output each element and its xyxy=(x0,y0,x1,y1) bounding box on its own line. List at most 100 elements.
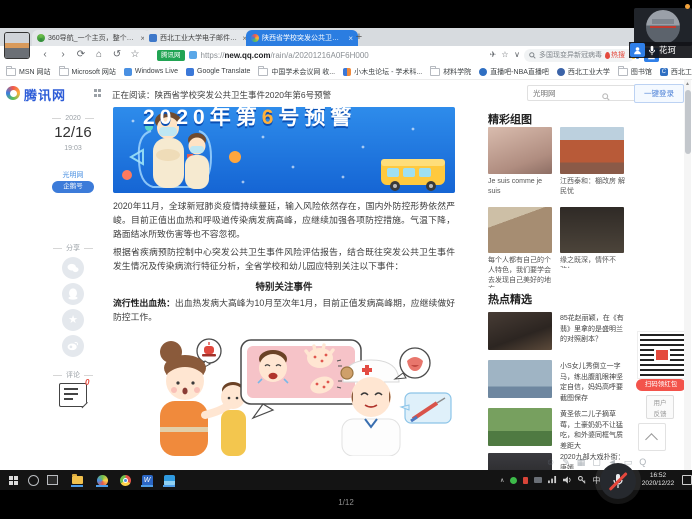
comment-icon[interactable] xyxy=(59,383,87,407)
gallery-image[interactable] xyxy=(488,127,552,174)
page-scrollbar[interactable]: ▲ xyxy=(684,80,691,470)
file-explorer-button[interactable] xyxy=(70,473,84,487)
drive-tray-icon[interactable] xyxy=(534,477,542,483)
tab-favicon-qq xyxy=(251,34,259,42)
gallery-caption[interactable]: 缘之既深，情怀不改！ xyxy=(560,256,626,268)
banner-title-prefix: 2020年第 xyxy=(143,107,262,129)
nav-grid-icon[interactable] xyxy=(94,89,102,97)
new-tab-button[interactable]: + xyxy=(352,30,366,44)
pen-icon[interactable]: ✎ xyxy=(562,457,570,468)
reading-title: 陕西省学校突发公共卫生事件2020年第6号预警 xyxy=(155,90,332,100)
gallery-caption[interactable]: 江西泰和：棚改房 解民忧 xyxy=(560,177,626,199)
bookmark-microsoft[interactable]: Microsoft 网站 xyxy=(59,67,116,77)
bookmark-google-translate[interactable]: Google Translate xyxy=(186,68,250,76)
share-qzone-button[interactable]: ★ xyxy=(62,309,84,331)
tencent-logo-icon[interactable] xyxy=(6,86,20,100)
bookmark-library[interactable]: 图书馆 xyxy=(618,67,652,77)
mail-c-icon: C xyxy=(660,68,668,76)
tab-favicon-mail xyxy=(149,34,157,42)
gallery-caption[interactable]: 每个人都有自己的个人特色，我们要学会去发现自己美好的地方 xyxy=(488,256,554,288)
folder-icon xyxy=(430,68,440,76)
bookmark-nwpu-mail[interactable]: C西北工业大学电子邮... xyxy=(660,67,692,77)
cortana-button[interactable] xyxy=(26,473,40,487)
bookmark-star-icon[interactable]: ☆ xyxy=(128,47,142,63)
tab-nwpu-mail[interactable]: 西北工业大学电子邮件系统 × xyxy=(144,30,252,46)
photos-icon xyxy=(164,475,175,486)
mic-muted-overlay[interactable] xyxy=(600,463,636,499)
hot-item-text[interactable]: 黄圣依二儿子摘草莓，土豪奶奶不让猛吃，和外婆同框气质差距大 xyxy=(560,410,628,450)
shape-icon[interactable]: ▢ xyxy=(592,457,601,468)
emoji-icon[interactable]: ☺ xyxy=(546,457,555,468)
back-icon[interactable]: ‹ xyxy=(38,47,52,63)
bookmark-msn[interactable]: MSN 网站 xyxy=(6,67,51,77)
article-meta-rail: 2020 12/16 19:03 光明网 企鹅号 分享 ★ 评论 0 xyxy=(35,107,111,470)
desktop-photo-icon[interactable] xyxy=(5,33,29,58)
browser-search-box[interactable]: 多国现变异新冠病毒 热搜 xyxy=(524,49,634,62)
gallery-image[interactable] xyxy=(560,127,624,174)
back-to-top-button[interactable] xyxy=(638,423,666,451)
chrome-button[interactable] xyxy=(118,473,132,487)
feedback-button[interactable]: 用户反馈 xyxy=(646,395,674,419)
tab-360-nav[interactable]: 360导航_一个主页，整个世界 × xyxy=(32,30,150,46)
magnifier-icon[interactable]: Q xyxy=(639,457,646,468)
share-qq-button[interactable] xyxy=(62,283,84,305)
bookmark-nwpu[interactable]: 西北工业大学 xyxy=(557,67,610,77)
hot-thumbnail[interactable] xyxy=(488,453,552,470)
word-app-button[interactable]: W xyxy=(140,473,154,487)
clock[interactable]: 16:522020/12/22 xyxy=(638,472,678,489)
address-bar[interactable]: 腾讯网 https://new.qq.com/rain/a/20201216A0… xyxy=(157,49,487,62)
site-search-input[interactable] xyxy=(527,85,636,101)
tab-active-article[interactable]: 陕西省学校突发公共卫生事件2... × xyxy=(246,30,358,46)
one-key-login-button[interactable]: 一键登录 xyxy=(634,84,684,103)
site-search-icon[interactable] xyxy=(602,88,610,106)
gallery-caption[interactable]: Je suis comme je suis xyxy=(488,177,554,197)
hot-search-tag[interactable]: 热搜 xyxy=(605,50,625,60)
bookmark-conference[interactable]: 中国学术会议网 收... xyxy=(258,67,335,77)
bookmark-muchong[interactable]: 小木虫论坛 - 学术科... xyxy=(343,67,422,77)
home-icon[interactable]: ⌂ xyxy=(92,47,106,63)
page-content: 2020 12/16 19:03 光明网 企鹅号 分享 ★ 评论 0 2020年… xyxy=(0,107,692,470)
participant-video-tile[interactable] xyxy=(634,8,692,46)
hot-thumbnail[interactable] xyxy=(488,408,552,446)
penguin-account-badge[interactable]: 企鹅号 xyxy=(52,181,94,193)
wechat-tray-icon[interactable] xyxy=(510,477,517,484)
red-packet-button[interactable]: 扫码领红包 xyxy=(636,379,686,391)
url-host: new.qq.com xyxy=(225,51,271,60)
share-weibo-button[interactable] xyxy=(62,335,84,357)
site-logo-text[interactable]: 腾讯网 xyxy=(24,85,66,104)
undo-icon[interactable]: ↺ xyxy=(110,47,124,63)
article-source[interactable]: 光明网 xyxy=(35,170,111,180)
eraser-icon[interactable]: ▦ xyxy=(577,457,586,468)
hot-item-text[interactable]: 85花赵丽颖，在《有翡》里拿的是盛明兰的对照剧本？ xyxy=(560,314,628,354)
hot-thumbnail[interactable] xyxy=(488,360,552,398)
bookmark-windows-live[interactable]: Windows Live xyxy=(124,68,178,76)
article-date: 12/16 xyxy=(35,124,111,141)
tray-expand-icon[interactable]: ∧ xyxy=(500,477,504,484)
paragraph-2: 根据省疾病预防控制中心突发公共卫生事件风险评估报告，结合既往突发公共卫生事件发生… xyxy=(113,246,455,274)
browser-360-button[interactable] xyxy=(95,473,109,487)
scroll-up-arrow[interactable]: ▲ xyxy=(684,81,691,87)
share-wechat-button[interactable] xyxy=(62,257,84,279)
network-icon[interactable] xyxy=(548,476,557,484)
hot-thumbnail[interactable] xyxy=(488,312,552,350)
gallery-image[interactable] xyxy=(560,207,624,253)
key-icon[interactable] xyxy=(578,476,586,484)
scrollbar-thumb[interactable] xyxy=(685,90,691,154)
dropdown-chevron-icon[interactable]: ∨ xyxy=(510,47,524,63)
hot-item-text[interactable]: 小S女儿秀倒立一字马，练出腹肌眼神坚定自信，妈妈高呼要截图保存 xyxy=(560,362,628,402)
tab-title: 西北工业大学电子邮件系统 xyxy=(160,33,239,43)
tab-title: 陕西省学校突发公共卫生事件2... xyxy=(262,33,345,43)
gallery-image[interactable] xyxy=(488,207,552,253)
start-button[interactable] xyxy=(6,473,20,487)
bookmark-label: 材料学院 xyxy=(443,67,471,77)
bookmark-materials[interactable]: 材料学院 xyxy=(430,67,471,77)
bookmark-zhibo8[interactable]: 直播吧-NBA直播吧 xyxy=(479,67,549,77)
refresh-icon[interactable]: ⟳ xyxy=(74,47,88,63)
action-center-icon[interactable] xyxy=(682,475,692,485)
feedback-line1: 用户 xyxy=(654,400,667,407)
volume-icon[interactable] xyxy=(563,476,572,484)
red-app-tray-icon[interactable] xyxy=(523,477,528,484)
task-view-button[interactable] xyxy=(45,473,59,487)
forward-icon[interactable]: › xyxy=(56,47,70,63)
photos-app-button[interactable] xyxy=(162,473,176,487)
